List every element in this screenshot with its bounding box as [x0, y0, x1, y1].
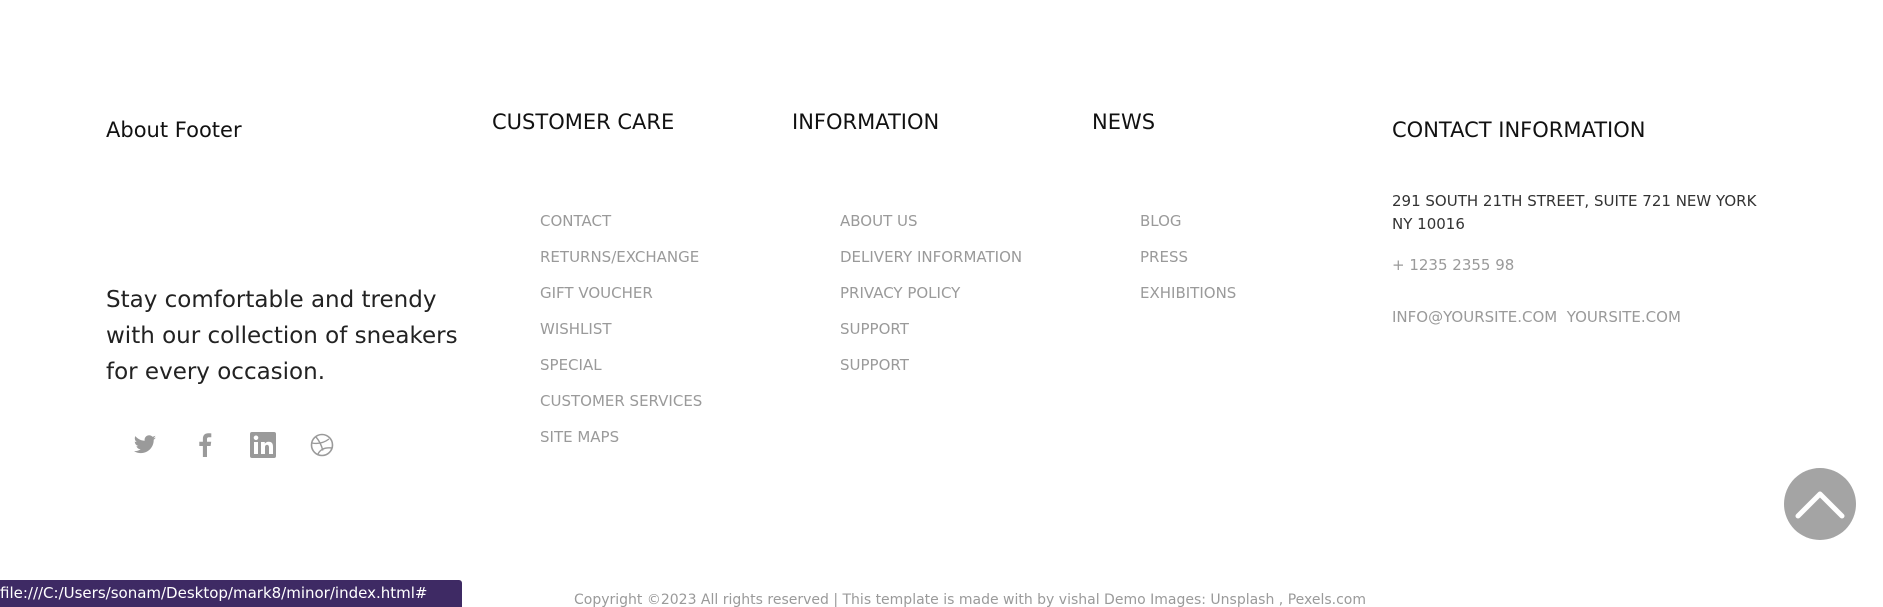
customer-care-title: CUSTOMER CARE [492, 110, 675, 134]
link-returns-exchange[interactable]: RETURNS/EXCHANGE [540, 249, 702, 285]
about-footer-title: About Footer [106, 118, 242, 142]
chevron-up-icon [1795, 491, 1845, 519]
linkedin-icon[interactable] [246, 428, 280, 462]
link-about-us[interactable]: ABOUT US [840, 213, 1022, 249]
news-links: BLOG PRESS EXHIBITIONS [1140, 213, 1236, 321]
link-support-2[interactable]: SUPPORT [840, 357, 1022, 393]
link-contact[interactable]: CONTACT [540, 213, 702, 249]
status-bar-url-text: file:///C:/Users/sonam/Desktop/mark8/min… [0, 584, 428, 602]
contact-address: 291 SOUTH 21TH STREET, SUITE 721 NEW YOR… [1392, 192, 1757, 233]
link-blog[interactable]: BLOG [1140, 213, 1236, 249]
twitter-icon[interactable] [128, 428, 162, 462]
footer-section: About Footer Stay comfortable and trendy… [0, 0, 1883, 607]
contact-email-link[interactable]: INFO@YOURSITE.COM [1392, 308, 1557, 326]
link-privacy-policy[interactable]: PRIVACY POLICY [840, 285, 1022, 321]
link-special[interactable]: SPECIAL [540, 357, 702, 393]
information-title: INFORMATION [792, 110, 940, 134]
copyright-text: Copyright ©2023 All rights reserved | Th… [574, 592, 1367, 607]
link-exhibitions[interactable]: EXHIBITIONS [1140, 285, 1236, 321]
contact-phone: + 1235 2355 98 [1392, 256, 1515, 274]
link-site-maps[interactable]: SITE MAPS [540, 429, 702, 465]
contact-information-title: CONTACT INFORMATION [1392, 118, 1646, 142]
link-support[interactable]: SUPPORT [840, 321, 1022, 357]
customer-care-links: CONTACT RETURNS/EXCHANGE GIFT VOUCHER WI… [540, 213, 702, 465]
scroll-to-top-button[interactable] [1784, 468, 1856, 540]
link-press[interactable]: PRESS [1140, 249, 1236, 285]
facebook-icon[interactable] [188, 428, 222, 462]
about-description: Stay comfortable and trendy with our col… [106, 287, 458, 385]
status-bar-url: file:///C:/Users/sonam/Desktop/mark8/min… [0, 580, 462, 607]
news-title: NEWS [1092, 110, 1156, 134]
link-wishlist[interactable]: WISHLIST [540, 321, 702, 357]
link-customer-services[interactable]: CUSTOMER SERVICES [540, 393, 702, 429]
link-gift-voucher[interactable]: GIFT VOUCHER [540, 285, 702, 321]
information-links: ABOUT US DELIVERY INFORMATION PRIVACY PO… [840, 213, 1022, 393]
dribbble-icon[interactable] [305, 428, 339, 462]
contact-website-link[interactable]: YOURSITE.COM [1567, 308, 1681, 326]
link-delivery-information[interactable]: DELIVERY INFORMATION [840, 249, 1022, 285]
contact-email-row: INFO@YOURSITE.COM YOURSITE.COM [1392, 308, 1681, 326]
